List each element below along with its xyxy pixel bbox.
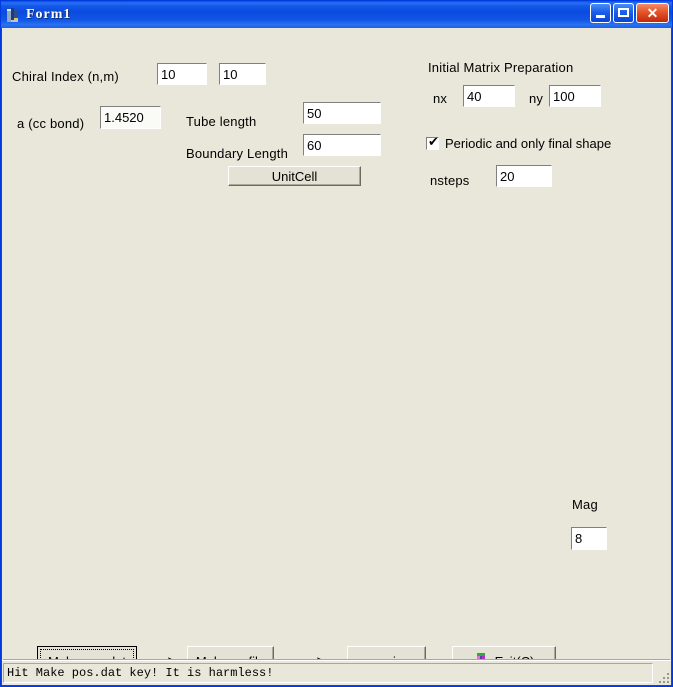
title-bar[interactable]: Form1 ✕: [1, 1, 672, 28]
boundary-length-label: Boundary Length: [186, 146, 289, 161]
check-icon: ✔: [428, 135, 439, 150]
status-message: Hit Make pos.dat key! It is harmless!: [7, 666, 274, 680]
status-bar: Hit Make pos.dat key! It is harmless!: [2, 660, 671, 685]
nsteps-input[interactable]: [496, 165, 552, 187]
vb-form-icon: [5, 7, 21, 23]
mag-input[interactable]: [571, 527, 607, 550]
ny-input[interactable]: [549, 85, 601, 107]
status-panel: Hit Make pos.dat key! It is harmless!: [3, 663, 653, 683]
periodic-final-shape-checkbox[interactable]: ✔ Periodic and only final shape: [426, 136, 611, 151]
resize-grip[interactable]: [655, 669, 669, 683]
boundary-length-input[interactable]: [303, 134, 381, 156]
unitcell-button-label: UnitCell: [271, 168, 318, 184]
mag-label: Mag: [572, 497, 598, 512]
chiral-index-label: Chiral Index (n,m): [12, 69, 119, 84]
maximize-button[interactable]: [613, 3, 634, 23]
nsteps-label: nsteps: [430, 173, 470, 188]
tube-length-label: Tube length: [186, 114, 257, 129]
a-cc-bond-label: a (cc bond): [17, 116, 85, 131]
application-window: Form1 ✕ Chiral Index (n,m) a (cc bond) T…: [0, 0, 673, 687]
chiral-n-input[interactable]: [157, 63, 207, 85]
close-icon: ✕: [646, 5, 659, 21]
a-cc-bond-input[interactable]: [100, 106, 161, 129]
tube-length-input[interactable]: [303, 102, 381, 124]
form-client-area: Chiral Index (n,m) a (cc bond) Tube leng…: [2, 28, 671, 685]
maximize-icon: [618, 8, 629, 17]
initial-matrix-preparation-title: Initial Matrix Preparation: [428, 60, 574, 75]
chiral-m-input[interactable]: [219, 63, 266, 85]
unitcell-button[interactable]: UnitCell: [228, 166, 361, 186]
nx-input[interactable]: [463, 85, 515, 107]
minimize-icon: [596, 15, 605, 18]
periodic-final-shape-label: Periodic and only final shape: [445, 136, 612, 151]
ny-label: ny: [529, 91, 544, 106]
minimize-button[interactable]: [590, 3, 611, 23]
window-title: Form1: [26, 6, 72, 22]
nx-label: nx: [433, 91, 448, 106]
window-controls: ✕: [590, 3, 669, 23]
checkbox-box: ✔: [426, 135, 439, 150]
close-button[interactable]: ✕: [636, 3, 669, 23]
